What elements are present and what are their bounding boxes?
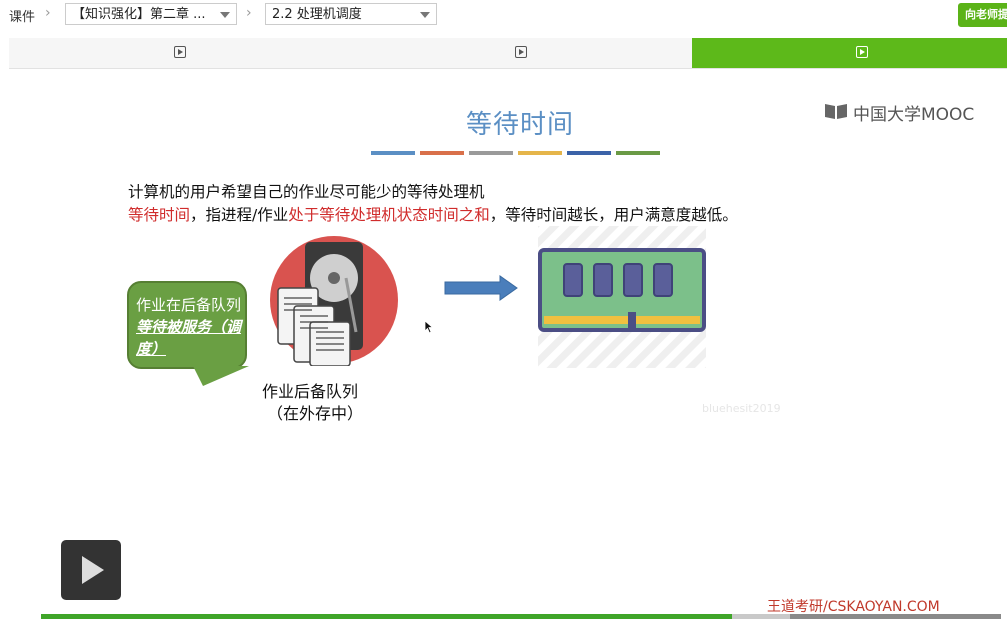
chapter-select-value: 【知识强化】第二章 ... xyxy=(72,7,206,22)
notch xyxy=(628,312,636,330)
unit-tabs xyxy=(9,38,1007,69)
lesson-select-value: 2.2 处理机调度 xyxy=(272,7,362,22)
tab-unit-2[interactable] xyxy=(350,38,691,68)
tab-unit-3[interactable] xyxy=(692,38,1007,68)
mouse-cursor-icon xyxy=(424,320,434,334)
slide-title: 等待时间 xyxy=(465,110,574,140)
ask-teacher-button[interactable]: 向老师提问 xyxy=(958,3,1007,27)
bubble-emphasis-text: 等待被服务（调度） xyxy=(136,318,242,358)
video-icon xyxy=(515,46,527,58)
title-bar xyxy=(518,151,562,155)
watermark: bluehesit2019 xyxy=(702,402,781,415)
title-bar xyxy=(371,151,415,155)
speech-bubble-tail xyxy=(193,366,249,386)
slide-text-line1: 计算机的用户希望自己的作业尽可能少的等待处理机 xyxy=(128,183,485,201)
chapter-select[interactable]: 【知识强化】第二章 ... xyxy=(65,3,237,25)
breadcrumb-root[interactable]: 课件 xyxy=(9,6,35,25)
chevron-down-icon xyxy=(220,12,230,18)
chevron-right-icon: › xyxy=(246,5,252,21)
mooc-logo-text: 中国大学MOOC xyxy=(853,105,975,125)
term-waiting-time: 等待时间 xyxy=(128,206,191,224)
memory-module-illustration xyxy=(538,226,706,368)
gold-contacts xyxy=(544,316,700,324)
breadcrumb-bar: 课件 › 【知识强化】第二章 ... › 2.2 处理机调度 向老师提问 xyxy=(0,0,1007,32)
speech-bubble-text: 作业在后备队列等待被服务（调度） xyxy=(136,294,246,360)
title-bar xyxy=(420,151,464,155)
play-button[interactable] xyxy=(61,540,121,600)
title-bar xyxy=(616,151,660,155)
book-icon xyxy=(825,104,847,119)
footer-brand: 王道考研/CSKAOYAN.COM xyxy=(767,599,940,615)
disk-documents-illustration xyxy=(270,236,398,366)
bubble-plain-text: 作业在后备队列 xyxy=(136,296,242,314)
title-bar xyxy=(567,151,611,155)
video-icon xyxy=(856,46,868,58)
progress-buffered xyxy=(732,614,790,619)
progress-played xyxy=(41,614,732,619)
tab-unit-1[interactable] xyxy=(9,38,350,68)
arrow-right-icon xyxy=(444,275,518,301)
chevron-right-icon: › xyxy=(45,5,51,21)
queue-sublabel: （在外存中） xyxy=(267,404,364,423)
title-bar xyxy=(469,151,513,155)
definition-highlight: 处于等待处理机状态时间之和 xyxy=(288,206,490,224)
queue-label: 作业后备队列 xyxy=(262,382,359,401)
line2-text: ，指进程/作业 xyxy=(190,206,289,224)
lesson-select[interactable]: 2.2 处理机调度 xyxy=(265,3,437,25)
video-progress-bar[interactable] xyxy=(41,614,1001,619)
chevron-down-icon xyxy=(420,12,430,18)
video-icon xyxy=(174,46,186,58)
